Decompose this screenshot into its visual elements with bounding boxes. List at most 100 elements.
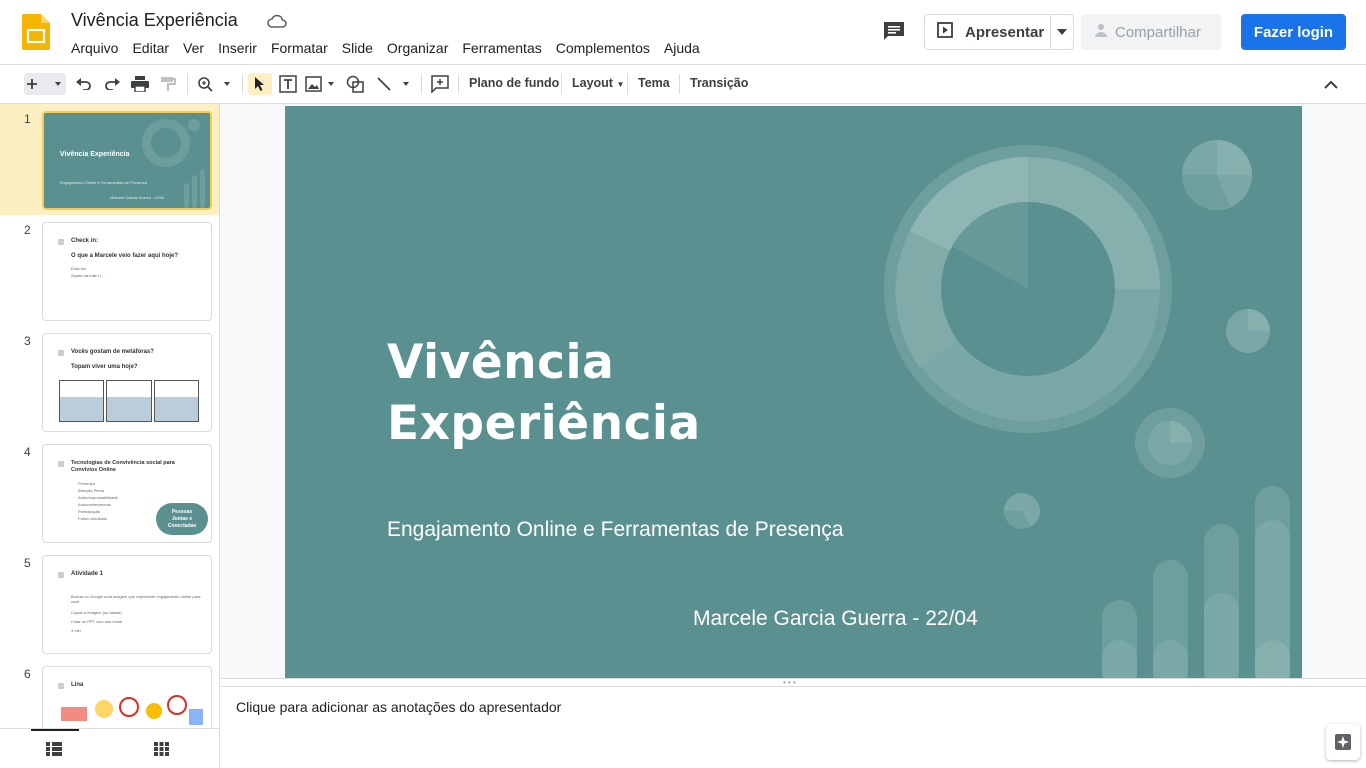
slide-author[interactable]: Marcele Garcia Guerra - 22/04 xyxy=(693,607,978,631)
slide-thumbnail[interactable]: Tecnologias de Convivência social para C… xyxy=(42,444,212,543)
slide-subtitle[interactable]: Engajamento Online e Ferramentas de Pres… xyxy=(387,518,843,542)
comments-icon[interactable] xyxy=(882,20,906,47)
filmstrip-slide-5[interactable]: 5 Atividade 1 Buscar no Google uma image… xyxy=(0,548,219,659)
menu-ver[interactable]: Ver xyxy=(183,40,204,58)
menu-slide[interactable]: Slide xyxy=(342,40,373,58)
thumbnail-bullet: Presença xyxy=(78,481,95,486)
redo-icon[interactable] xyxy=(102,73,122,95)
collapse-toolbar-chevron-up-icon[interactable] xyxy=(1320,73,1342,95)
menu-organizar[interactable]: Organizar xyxy=(387,40,448,58)
menu-formatar[interactable]: Formatar xyxy=(271,40,328,58)
slide-title-line-2: Experiência xyxy=(387,396,701,451)
present-icon xyxy=(937,22,953,42)
filmstrip-slide-4[interactable]: 4 Tecnologias de Convivência social para… xyxy=(0,437,219,548)
thumbnail-line: Ecks tov xyxy=(71,266,87,271)
transition-button[interactable]: Transição xyxy=(690,76,748,90)
thumbnail-bullet: Autorresponsabilidade xyxy=(78,495,118,500)
toolbar-divider xyxy=(187,74,188,94)
chevron-down-icon xyxy=(1057,29,1067,35)
filmstrip-slide-3[interactable]: 3 Vocês gostam de metáforas? Topam viver… xyxy=(0,326,219,437)
app-header: Vivência Experiência Arquivo Editar Ver … xyxy=(0,0,1366,65)
login-button[interactable]: Fazer login xyxy=(1241,14,1346,50)
paint-format-icon[interactable] xyxy=(158,73,178,95)
notes-resize-handle[interactable]: • • • xyxy=(221,678,1366,687)
thumbnail-badge: Pessoas Juntas e Conectadas xyxy=(156,503,208,535)
toolbar-divider xyxy=(561,74,562,94)
thumbnail-title: Lina xyxy=(71,682,84,688)
text-box-icon[interactable] xyxy=(277,73,299,95)
cloud-status-icon[interactable] xyxy=(266,13,288,36)
thumbnail-title: Vivência Experiência xyxy=(60,151,130,158)
slide-number: 1 xyxy=(24,112,31,126)
share-label: Compartilhar xyxy=(1115,23,1201,41)
thumbnail-line: Buscar no Google uma imagem que represen… xyxy=(71,594,201,604)
filmstrip-view-icon[interactable] xyxy=(46,742,62,761)
slide-number: 6 xyxy=(24,667,31,681)
slide-number: 4 xyxy=(24,445,31,459)
thumbnail-line: Saúda da mãe Li... xyxy=(71,273,105,278)
slide-thumbnail[interactable]: Lina xyxy=(42,666,212,728)
speaker-notes-placeholder[interactable]: Clique para adicionar as anotações do ap… xyxy=(236,699,561,715)
add-comment-icon[interactable] xyxy=(429,73,451,95)
thumbnail-bullet: Autoconhecimento xyxy=(78,502,112,507)
layout-label: Layout xyxy=(572,76,613,90)
toolbar-divider xyxy=(627,74,628,94)
bullet-icon xyxy=(58,350,64,356)
filmstrip-slide-6[interactable]: 6 Lina xyxy=(0,659,219,728)
present-options-dropdown[interactable] xyxy=(1050,14,1074,50)
toolbar-divider xyxy=(421,74,422,94)
bullet-icon xyxy=(58,461,64,467)
zoom-button[interactable] xyxy=(196,73,236,95)
thumbnail-decoration xyxy=(142,119,205,208)
drag-handle-dots-icon: • • • xyxy=(783,678,796,687)
background-button[interactable]: Plano de fundo xyxy=(469,76,559,90)
document-title[interactable]: Vivência Experiência xyxy=(71,10,238,31)
toolbar-divider xyxy=(458,74,459,94)
slides-logo-icon[interactable] xyxy=(22,14,50,50)
insert-image-icon[interactable] xyxy=(304,73,338,95)
thumbnail-author: Marcele Garcia Guerra - 22/04 xyxy=(110,195,165,200)
menu-complementos[interactable]: Complementos xyxy=(556,40,650,58)
bullet-icon xyxy=(58,239,64,245)
share-button[interactable]: Compartilhar xyxy=(1081,14,1221,50)
thumbnail-subtitle: Topam viver uma hoje? xyxy=(71,364,138,370)
menu-arquivo[interactable]: Arquivo xyxy=(71,40,118,58)
filmstrip-slide-2[interactable]: 2 Check in: O que a Marcele veio fazer a… xyxy=(0,215,219,326)
thumbnail-line: 4 min xyxy=(71,628,81,633)
select-cursor-icon[interactable] xyxy=(248,73,272,95)
new-slide-button[interactable] xyxy=(24,73,66,95)
thumbnail-title: Vocês gostam de metáforas? xyxy=(71,349,154,355)
menu-inserir[interactable]: Inserir xyxy=(218,40,257,58)
toolbar-divider xyxy=(679,74,680,94)
layout-button[interactable]: Layout ▼ xyxy=(572,76,624,90)
filmstrip-slide-1[interactable]: 1 Vivência Experiência Engajamento Onlin… xyxy=(0,104,219,215)
slide-thumbnail[interactable]: Check in: O que a Marcele veio fazer aqu… xyxy=(42,222,212,321)
present-button[interactable]: Apresentar xyxy=(924,14,1050,50)
print-icon[interactable] xyxy=(130,73,150,95)
explore-button[interactable] xyxy=(1326,724,1360,760)
slide-thumbnail[interactable]: Vivência Experiência Engajamento Online … xyxy=(42,111,212,210)
slide-filmstrip: 1 Vivência Experiência Engajamento Onlin… xyxy=(0,104,220,728)
thumbnail-bullet: Atenção Plena xyxy=(78,488,105,493)
slide-thumbnail[interactable]: Vocês gostam de metáforas? Topam viver u… xyxy=(42,333,212,432)
speaker-notes-panel[interactable]: Clique para adicionar as anotações do ap… xyxy=(221,687,1366,768)
menu-ferramentas[interactable]: Ferramentas xyxy=(462,40,541,58)
grid-view-icon[interactable] xyxy=(154,742,169,761)
menu-editar[interactable]: Editar xyxy=(132,40,169,58)
current-slide[interactable]: Vivência Experiência Engajamento Online … xyxy=(285,106,1302,678)
person-lock-icon xyxy=(1093,22,1109,42)
thumbnail-title: Tecnologias de Convivência social para C… xyxy=(71,460,175,473)
shape-icon[interactable] xyxy=(344,73,366,95)
thumbnail-bullet: Futuro resultado xyxy=(78,516,108,521)
slide-thumbnail[interactable]: Atividade 1 Buscar no Google uma imagem … xyxy=(42,555,212,654)
menu-bar: Arquivo Editar Ver Inserir Formatar Slid… xyxy=(71,40,714,58)
chevron-down-icon: ▼ xyxy=(616,80,625,89)
theme-button[interactable]: Tema xyxy=(638,76,670,90)
undo-icon[interactable] xyxy=(74,73,94,95)
slide-title[interactable]: Vivência Experiência xyxy=(387,332,701,454)
slide-number: 5 xyxy=(24,556,31,570)
thumbnail-subtitle: Engajamento Online e Ferramentas de Pres… xyxy=(60,180,147,185)
menu-ajuda[interactable]: Ajuda xyxy=(664,40,700,58)
line-icon[interactable] xyxy=(374,73,414,95)
thumbnail-title: Check in: xyxy=(71,238,99,244)
